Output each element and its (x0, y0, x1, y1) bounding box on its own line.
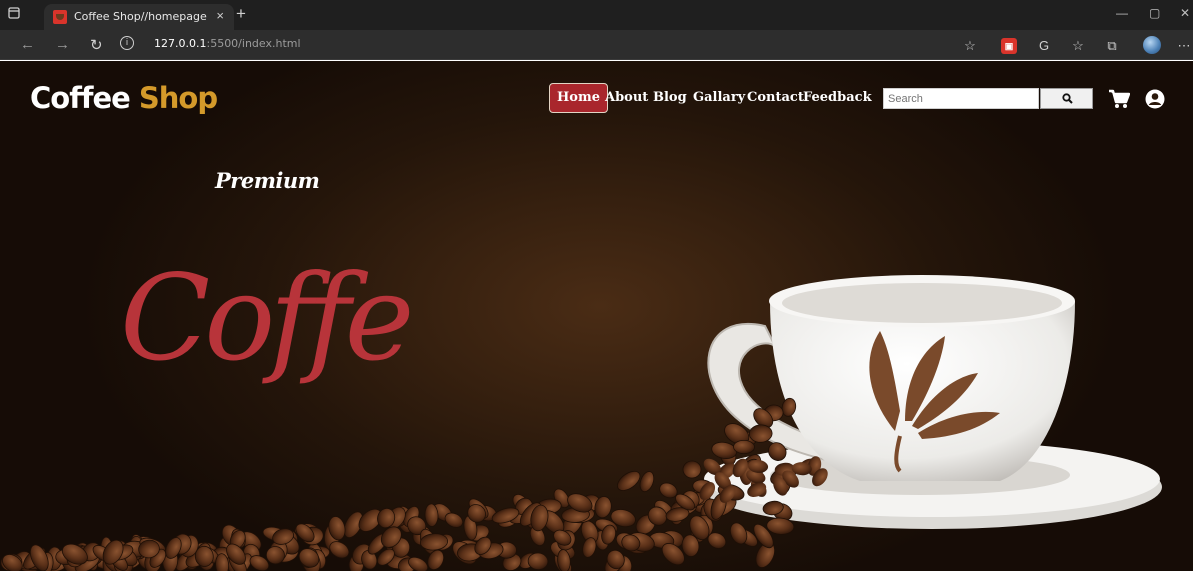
browser-address-bar: ← → ↻ i 127.0.0.1:5500/index.html ☆ ▣ G … (0, 30, 1193, 60)
hero-script-title: Coffee (120, 249, 410, 387)
cart-icon[interactable] (1108, 89, 1130, 109)
brand-word-coffee: Coffee (30, 81, 131, 115)
forward-icon[interactable]: → (55, 36, 70, 53)
hero-tagline: Premium (215, 168, 320, 193)
url-field[interactable]: i 127.0.0.1:5500/index.html (118, 34, 963, 56)
search-input[interactable] (883, 88, 1039, 109)
coffee-favicon-icon (53, 10, 67, 24)
minimize-icon[interactable]: — (1116, 6, 1128, 20)
brand-logo[interactable]: Coffee Shop (30, 81, 218, 115)
hero-script-text: Coffee (120, 249, 410, 387)
nav-gallary[interactable]: Gallary (693, 83, 745, 113)
tab-title: Coffee Shop//homepage (74, 10, 207, 23)
profile-icon[interactable] (1143, 36, 1161, 54)
reload-icon[interactable]: ↻ (90, 36, 103, 54)
nav-contact[interactable]: Contact (747, 83, 804, 113)
hero-page: Coffee Shop Home About Blog Gallary Cont… (0, 61, 1193, 571)
tab-sidebar-icon[interactable] (6, 7, 22, 23)
more-icon[interactable]: ⋯ (1176, 38, 1192, 54)
nav-blog[interactable]: Blog (653, 83, 687, 113)
url-path: :5500/index.html (206, 37, 301, 50)
brand-word-shop: Shop (138, 81, 218, 115)
search-button[interactable] (1040, 88, 1093, 109)
restore-icon[interactable]: ▢ (1149, 6, 1160, 20)
url-host: 127.0.0.1 (154, 37, 207, 50)
back-icon[interactable]: ← (20, 36, 35, 53)
nav-feedback[interactable]: Feedback (803, 83, 872, 113)
browser-tab-bar: Coffee Shop//homepage × + — ▢ ✕ (0, 0, 1193, 30)
url-text: 127.0.0.1:5500/index.html (154, 37, 301, 50)
extension-icon[interactable]: ▣ (1001, 38, 1017, 54)
new-tab-button[interactable]: + (236, 5, 246, 23)
favorites-icon[interactable]: ☆ (1070, 38, 1086, 54)
info-icon[interactable]: i (120, 36, 134, 50)
copilot-icon[interactable]: G (1036, 38, 1052, 54)
browser-tab[interactable]: Coffee Shop//homepage × (44, 4, 234, 30)
nav-home[interactable]: Home (549, 83, 608, 113)
window-close-icon[interactable]: ✕ (1180, 6, 1190, 20)
add-favorite-icon[interactable]: ☆ (962, 38, 978, 54)
search-icon (1062, 93, 1073, 104)
tab-close-icon[interactable]: × (216, 8, 224, 23)
collections-icon[interactable]: ⧉ (1104, 38, 1120, 54)
user-account-icon[interactable] (1145, 89, 1165, 109)
nav-about[interactable]: About (605, 83, 648, 113)
